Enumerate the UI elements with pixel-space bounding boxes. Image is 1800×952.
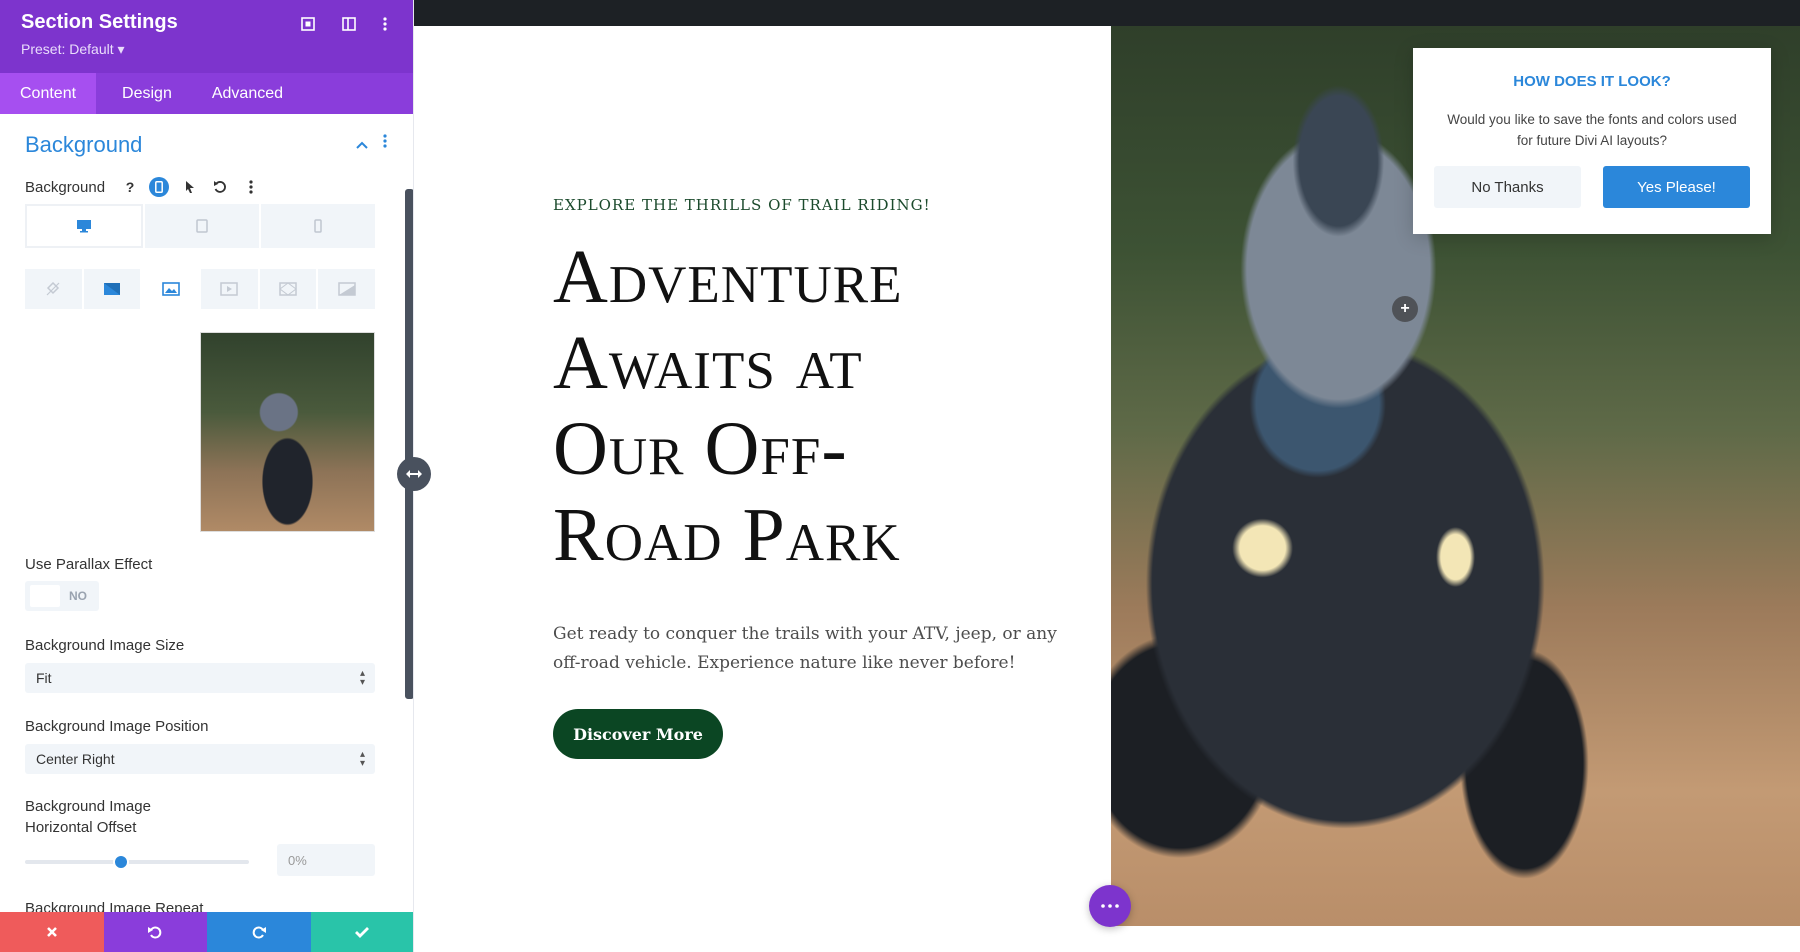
gradient-icon[interactable] <box>83 269 141 309</box>
section-title[interactable]: Background <box>25 132 142 158</box>
save-button[interactable] <box>310 912 413 952</box>
section-more-icon[interactable] <box>383 134 387 153</box>
redo-button[interactable] <box>207 912 311 952</box>
image-position-select[interactable]: Center Right ▴ ▾ <box>25 744 375 774</box>
background-type-tabs <box>25 269 376 309</box>
tab-advanced[interactable]: Advanced <box>192 73 303 114</box>
ai-style-popup: HOW DOES IT LOOK? Would you like to save… <box>1413 48 1771 234</box>
desktop-icon[interactable] <box>25 204 143 248</box>
slider-handle[interactable] <box>113 854 130 870</box>
device-tabs <box>25 204 375 248</box>
headline-line: Adventure <box>553 235 903 319</box>
settings-panel: Section Settings Preset: Default ▾ Conte… <box>0 0 414 952</box>
select-arrow-icon: ▴ ▾ <box>359 749 365 769</box>
panel-header: Section Settings Preset: Default ▾ <box>0 0 413 73</box>
image-position-label: Background Image Position <box>25 718 209 735</box>
headline-line: Our Off- <box>553 407 848 491</box>
color-bucket-icon[interactable] <box>25 269 82 309</box>
chevron-up-icon[interactable] <box>356 136 368 152</box>
hover-cursor-icon[interactable] <box>180 177 200 197</box>
discard-button[interactable] <box>0 912 104 952</box>
expand-icon[interactable] <box>296 12 320 36</box>
builder-menu-dots-icon[interactable] <box>1089 885 1131 927</box>
mask-icon[interactable] <box>318 269 376 309</box>
no-thanks-button[interactable]: No Thanks <box>1434 166 1581 208</box>
add-module-icon[interactable]: + <box>1392 296 1418 322</box>
toggle-knob <box>30 585 60 607</box>
image-size-select[interactable]: Fit ▴ ▾ <box>25 663 375 693</box>
headline-line: Road Park <box>553 493 901 577</box>
split-view-icon[interactable] <box>337 12 361 36</box>
help-icon[interactable]: ? <box>120 177 140 197</box>
reset-icon[interactable] <box>210 177 230 197</box>
parallax-toggle[interactable]: NO <box>25 581 99 611</box>
panel-footer <box>0 912 413 952</box>
tablet-icon[interactable] <box>145 204 259 248</box>
panel-resize-handle[interactable] <box>397 457 431 491</box>
tab-content[interactable]: Content <box>0 73 97 114</box>
h-offset-slider[interactable] <box>25 854 249 870</box>
hero-eyebrow[interactable]: EXPLORE THE THRILLS OF TRAIL RIDING! <box>553 196 931 214</box>
panel-tabs: Content Design Advanced <box>0 73 413 114</box>
h-offset-label-2: Horizontal Offset <box>25 819 137 836</box>
select-arrow-icon: ▴ ▾ <box>359 668 365 688</box>
phone-icon[interactable] <box>261 204 375 248</box>
builder-top-bar <box>414 0 1800 26</box>
responsive-icon[interactable] <box>149 177 169 197</box>
hero-headline[interactable]: Adventure Awaits at Our Off- Road Park <box>553 234 1073 578</box>
field-more-icon[interactable] <box>241 177 261 197</box>
tab-design[interactable]: Design <box>96 73 192 114</box>
h-offset-input[interactable]: 0% <box>277 844 375 876</box>
headline-line: Awaits at <box>553 321 863 405</box>
background-image-preview[interactable] <box>200 332 375 532</box>
image-icon[interactable] <box>142 269 200 309</box>
image-position-value: Center Right <box>36 751 115 767</box>
panel-body: Background Background ? Use Parallax Eff… <box>0 114 413 917</box>
video-icon[interactable] <box>201 269 258 309</box>
discover-more-button[interactable]: Discover More <box>553 709 723 759</box>
panel-scrollbar[interactable] <box>405 189 413 699</box>
undo-button[interactable] <box>103 912 207 952</box>
background-label: Background <box>25 179 106 196</box>
panel-title: Section Settings <box>21 11 178 33</box>
preset-dropdown[interactable]: Preset: Default ▾ <box>21 41 125 58</box>
image-size-label: Background Image Size <box>25 637 185 654</box>
popup-body: Would you like to save the fonts and col… <box>1447 112 1737 148</box>
hero-paragraph[interactable]: Get ready to conquer the trails with you… <box>553 620 1073 678</box>
h-offset-label-1: Background Image <box>25 798 151 815</box>
image-size-value: Fit <box>36 670 52 686</box>
more-options-icon[interactable] <box>373 12 397 36</box>
yes-please-button[interactable]: Yes Please! <box>1603 166 1750 208</box>
popup-title: HOW DOES IT LOOK? <box>1513 73 1671 90</box>
toggle-value: NO <box>69 589 87 603</box>
pattern-icon[interactable] <box>259 269 317 309</box>
parallax-label: Use Parallax Effect <box>25 556 153 573</box>
